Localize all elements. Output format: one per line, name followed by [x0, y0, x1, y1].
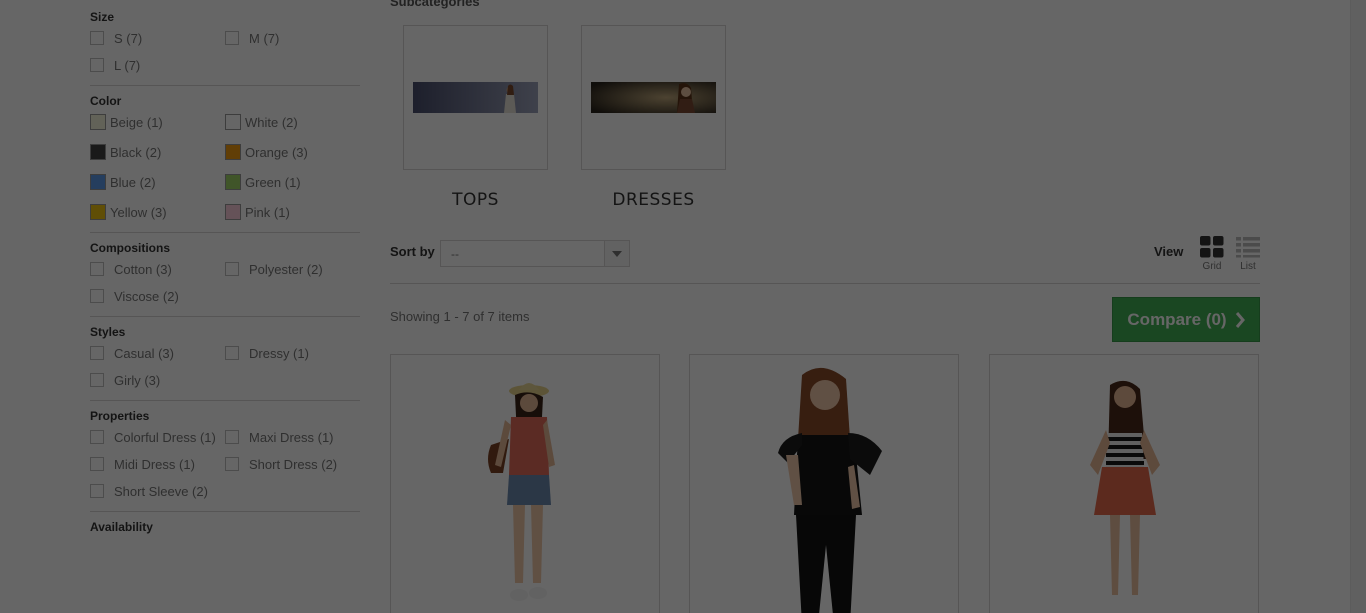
checkbox[interactable]: [225, 31, 239, 45]
subcategory-dresses[interactable]: DRESSES: [581, 25, 726, 210]
list-view-label: List: [1240, 261, 1256, 272]
color-swatch[interactable]: [90, 204, 106, 220]
checkbox[interactable]: [90, 373, 104, 387]
filter-title: Color: [90, 94, 122, 108]
product-count: Showing 1 - 7 of 7 items: [390, 309, 530, 324]
color-filter-option[interactable]: Black (2): [90, 144, 225, 160]
checkbox[interactable]: [225, 346, 239, 360]
filter-option[interactable]: Colorful Dress (1): [90, 429, 225, 445]
filter-title: Availability: [90, 520, 153, 534]
grid-view-label: Grid: [1202, 261, 1222, 272]
filter-option[interactable]: L (7): [90, 57, 225, 73]
tops-banner-image: [413, 82, 538, 113]
color-filter-option[interactable]: Orange (3): [225, 144, 360, 160]
filter-compositions: Compositions Cotton (3) Polyester (2) Vi…: [90, 241, 360, 317]
color-filter-option[interactable]: Green (1): [225, 174, 360, 190]
grid-icon: [1200, 236, 1224, 258]
color-filter-option[interactable]: White (2): [225, 114, 360, 130]
product-image[interactable]: [990, 355, 1259, 613]
checkbox[interactable]: [225, 262, 239, 276]
sort-toolbar: Sort by -- View Grid List: [390, 236, 1260, 284]
grid-view-button[interactable]: Grid: [1197, 236, 1227, 272]
color-filter-option[interactable]: Yellow (3): [90, 204, 225, 220]
checkbox[interactable]: [90, 31, 104, 45]
filter-title: Size: [90, 10, 115, 24]
checkbox[interactable]: [90, 58, 104, 72]
filter-option[interactable]: Casual (3): [90, 345, 225, 361]
filter-title: Compositions: [90, 241, 170, 255]
subcategories-heading: Subcategories: [390, 0, 480, 9]
product-image[interactable]: [690, 355, 959, 613]
product-image[interactable]: [391, 355, 660, 613]
sort-label: Sort by: [390, 244, 435, 259]
filter-size: Size S (7) M (7) L (7): [90, 10, 360, 86]
filter-option[interactable]: Short Sleeve (2): [90, 483, 225, 499]
subcategory-name[interactable]: DRESSES: [581, 190, 726, 210]
color-filter-option[interactable]: Pink (1): [225, 204, 360, 220]
checkbox[interactable]: [225, 457, 239, 471]
filter-option[interactable]: Cotton (3): [90, 261, 225, 277]
filter-color: Color Beige (1) White (2) Black (2) Orange …: [90, 94, 360, 233]
color-filter-option[interactable]: Beige (1): [90, 114, 225, 130]
product-card[interactable]: [989, 354, 1259, 613]
chevron-right-icon: [1235, 311, 1245, 328]
subcategory-name[interactable]: TOPS: [403, 190, 548, 210]
color-swatch[interactable]: [90, 144, 106, 160]
checkbox[interactable]: [90, 346, 104, 360]
layered-navigation: Size S (7) M (7) L (7) Color Beige (1) Wh…: [90, 0, 360, 540]
vertical-scrollbar[interactable]: [1350, 0, 1366, 613]
filter-option[interactable]: Midi Dress (1): [90, 456, 225, 472]
color-filter-option[interactable]: Blue (2): [90, 174, 225, 190]
filter-option[interactable]: Polyester (2): [225, 261, 360, 277]
filter-option[interactable]: Girly (3): [90, 372, 225, 388]
filter-properties: Properties Colorful Dress (1) Maxi Dress…: [90, 409, 360, 512]
color-swatch[interactable]: [90, 174, 106, 190]
product-card[interactable]: [390, 354, 660, 613]
compare-button[interactable]: Compare (0): [1112, 297, 1260, 342]
checkbox[interactable]: [90, 457, 104, 471]
color-swatch[interactable]: [225, 114, 241, 130]
dresses-banner-image: [591, 82, 716, 113]
filter-option[interactable]: S (7): [90, 30, 225, 46]
checkbox[interactable]: [225, 430, 239, 444]
subcategory-tops[interactable]: TOPS: [403, 25, 548, 210]
filter-option[interactable]: Maxi Dress (1): [225, 429, 360, 445]
checkbox[interactable]: [90, 484, 104, 498]
checkbox[interactable]: [90, 289, 104, 303]
subcategory-image[interactable]: [581, 25, 726, 170]
view-label: View: [1154, 244, 1184, 259]
compare-label: Compare (0): [1127, 309, 1227, 329]
product-card[interactable]: [689, 354, 959, 613]
filter-styles: Styles Casual (3) Dressy (1) Girly (3): [90, 325, 360, 401]
color-swatch[interactable]: [225, 204, 241, 220]
filter-option[interactable]: M (7): [225, 30, 360, 46]
filter-title: Properties: [90, 409, 150, 423]
filter-option[interactable]: Dressy (1): [225, 345, 360, 361]
filter-availability: Availability: [90, 520, 360, 534]
scrollbar-thumb[interactable]: [1354, 0, 1364, 613]
filter-option[interactable]: Short Dress (2): [225, 456, 360, 472]
filter-title: Styles: [90, 325, 126, 339]
color-swatch[interactable]: [225, 174, 241, 190]
list-view-button[interactable]: List: [1233, 236, 1263, 272]
sort-select[interactable]: --: [440, 240, 630, 267]
color-swatch[interactable]: [90, 114, 106, 130]
page: Size S (7) M (7) L (7) Color Beige (1) Wh…: [0, 0, 1350, 613]
subcategory-image[interactable]: [403, 25, 548, 170]
checkbox[interactable]: [90, 430, 104, 444]
checkbox[interactable]: [90, 262, 104, 276]
list-icon: [1236, 237, 1260, 258]
filter-option[interactable]: Viscose (2): [90, 288, 225, 304]
color-swatch[interactable]: [225, 144, 241, 160]
chevron-down-icon[interactable]: [604, 241, 629, 266]
